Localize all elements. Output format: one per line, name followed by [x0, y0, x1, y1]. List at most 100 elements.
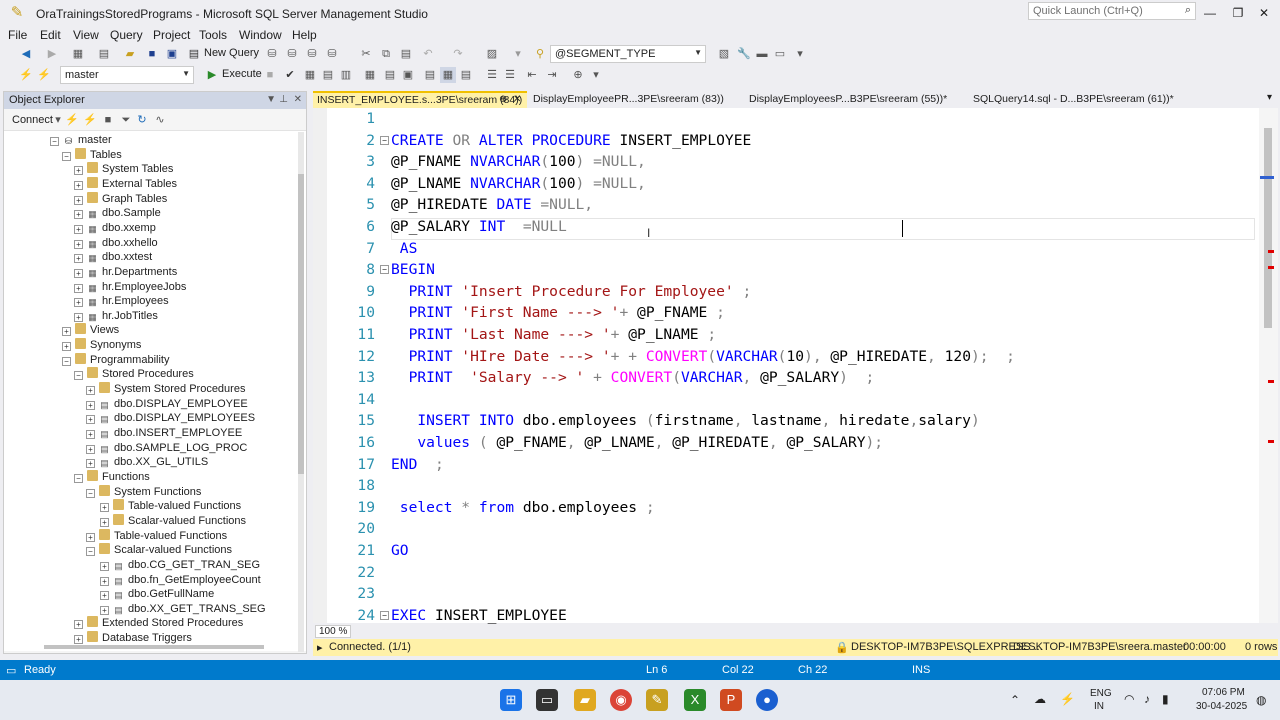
tree-node[interactable]: + ▤ dbo.DISPLAY_EMPLOYEE — [86, 397, 248, 412]
expand-icon[interactable]: + — [74, 166, 83, 176]
menu-help[interactable]: Help — [292, 28, 317, 42]
tab-display-employees-p[interactable]: DisplayEmployeesP...B3PE\sreeram (55))* — [745, 91, 965, 108]
increase-indent-icon[interactable]: ⇥ — [544, 67, 560, 83]
collapse-region-icon[interactable]: − — [380, 610, 389, 620]
powerpoint-icon[interactable]: P — [720, 689, 742, 711]
copy-icon[interactable]: ⧉ — [378, 46, 394, 62]
panel-menu-icon[interactable]: ▼ — [266, 94, 276, 105]
language-region[interactable]: IN — [1094, 701, 1104, 712]
tree-node[interactable]: + Synonyms — [62, 338, 141, 353]
expand-icon[interactable]: + — [74, 195, 83, 205]
results-text-icon[interactable]: ▤ — [422, 67, 438, 83]
start-menu-icon[interactable]: ⊞ — [500, 689, 522, 711]
include-plan-icon[interactable]: ▦ — [362, 67, 378, 83]
tree-node[interactable]: + ▦ hr.Departments — [74, 265, 177, 280]
menu-view[interactable]: View — [73, 28, 99, 42]
collapse-icon[interactable]: − — [86, 547, 95, 557]
find-icon[interactable]: ⚲ — [532, 46, 548, 62]
stop-icon[interactable]: ■ — [100, 112, 116, 128]
pin-icon[interactable]: ⊥ — [279, 94, 288, 105]
more-options-icon[interactable]: ▾ — [588, 67, 604, 83]
expand-icon[interactable]: + — [74, 180, 83, 190]
tree-node[interactable]: + ▤ dbo.XX_GL_UTILS — [86, 455, 208, 470]
expand-icon[interactable]: + — [86, 459, 95, 469]
scrollbar-thumb[interactable] — [298, 174, 304, 474]
notifications-icon[interactable]: ◍ — [1256, 693, 1266, 707]
expand-icon[interactable]: + — [100, 605, 109, 615]
xmla-query-icon[interactable]: ⛁ — [324, 46, 340, 62]
expand-icon[interactable]: + — [74, 298, 83, 308]
parse-icon[interactable]: ✔ — [282, 67, 298, 83]
query-designer-icon[interactable]: ▤ — [320, 67, 336, 83]
tree-node[interactable]: + ▤ dbo.fn_GetEmployeeCount — [100, 573, 261, 588]
tree-node[interactable]: + ▦ dbo.xxtest — [74, 250, 152, 265]
sql-editor[interactable]: 1 2− CREATE OR ALTER PROCEDURE INSERT_EMPL… — [313, 108, 1278, 624]
collapse-icon[interactable]: − — [62, 151, 71, 161]
add-item-icon[interactable]: ▤ — [96, 46, 112, 62]
cloud-icon[interactable]: ☁ — [1034, 692, 1046, 706]
solution-explorer-icon[interactable]: ▧ — [716, 46, 732, 62]
client-stats-icon[interactable]: ▣ — [400, 67, 416, 83]
expand-icon[interactable]: + — [74, 620, 83, 630]
menu-file[interactable]: File — [8, 28, 27, 42]
undo-icon[interactable]: ↶ — [420, 46, 436, 62]
collapse-icon[interactable]: − — [74, 473, 83, 483]
toolbox-icon[interactable]: ▬ — [754, 46, 770, 62]
ssms-taskbar-icon[interactable]: ✎ — [646, 689, 668, 711]
specify-values-icon[interactable]: ⊕ — [570, 67, 586, 83]
close-panel-icon[interactable]: ✕ — [294, 94, 302, 105]
collapse-icon[interactable]: − — [50, 137, 59, 146]
tree-node[interactable]: − Programmability — [62, 352, 169, 368]
expand-icon[interactable]: + — [86, 444, 95, 454]
expand-icon[interactable]: + — [100, 503, 109, 513]
tree-node[interactable]: + External Tables — [74, 176, 177, 192]
tree-node[interactable]: + ▦ hr.EmployeeJobs — [74, 280, 186, 295]
tree-node[interactable]: + Database Triggers — [74, 631, 192, 646]
expand-icon[interactable]: + — [100, 591, 109, 601]
tree-node[interactable]: + Table-valued Functions — [86, 528, 227, 544]
activity-icon[interactable]: ∿ — [152, 112, 168, 128]
object-explorer-icon[interactable]: ▭ — [772, 46, 788, 62]
chevron-up-icon[interactable]: ⌃ — [1010, 693, 1020, 707]
expand-icon[interactable]: + — [62, 327, 71, 337]
language-code[interactable]: ENG — [1090, 688, 1112, 699]
tree-node[interactable]: + ▤ dbo.XX_GET_TRANS_SEG — [100, 602, 266, 617]
cancel-query-icon[interactable]: ■ — [262, 67, 278, 83]
tab-overflow-icon[interactable]: ▾ — [1267, 92, 1272, 103]
expand-icon[interactable]: + — [86, 386, 95, 396]
save-icon[interactable]: ■ — [144, 46, 160, 62]
tree-node[interactable]: + ▤ dbo.SAMPLE_LOG_PROC — [86, 441, 247, 456]
cut-icon[interactable]: ✂ — [358, 46, 374, 62]
expand-icon[interactable]: + — [86, 400, 95, 410]
change-connection-icon[interactable]: ⚡ — [36, 67, 52, 83]
tree-node[interactable]: + ▦ dbo.xxhello — [74, 236, 158, 251]
menu-tools[interactable]: Tools — [199, 28, 227, 42]
tree-node[interactable]: + ▦ dbo.Sample — [74, 206, 161, 221]
new-project-icon[interactable]: ▦ — [70, 46, 86, 62]
tree-node[interactable]: − Tables — [62, 147, 122, 163]
tree-node[interactable]: + Views — [62, 323, 119, 338]
parameter-combo[interactable]: @SEGMENT_TYPE ▼ — [550, 45, 706, 63]
dropdown-icon[interactable]: ▾ — [510, 46, 526, 62]
tree-node[interactable]: + ▦ hr.JobTitles — [74, 309, 158, 324]
object-explorer-scrollbar[interactable] — [298, 132, 304, 652]
collapse-icon[interactable]: − — [62, 356, 71, 366]
new-query-icon[interactable]: ▤ — [186, 46, 202, 62]
tree-node[interactable]: + Scalar-valued Functions — [100, 513, 246, 529]
object-explorer-hscrollbar[interactable] — [44, 645, 264, 649]
intellisense-icon[interactable]: ▥ — [338, 67, 354, 83]
menu-project[interactable]: Project — [153, 28, 190, 42]
database-selector[interactable]: master ▼ — [60, 66, 194, 84]
expand-icon[interactable]: + — [86, 430, 95, 439]
connect-icon[interactable]: ⚡ — [18, 67, 34, 83]
collapse-region-icon[interactable]: − — [380, 265, 389, 275]
decrease-indent-icon[interactable]: ⇤ — [524, 67, 540, 83]
editor-scrollbar[interactable] — [1259, 108, 1278, 623]
battery-icon[interactable]: ▮ — [1162, 692, 1169, 706]
expand-icon[interactable]: + — [74, 224, 83, 234]
live-stats-icon[interactable]: ▤ — [382, 67, 398, 83]
collapse-region-icon[interactable]: − — [380, 135, 389, 145]
chrome-icon[interactable]: ◉ — [610, 689, 632, 711]
expand-icon[interactable]: + — [86, 415, 95, 425]
disconnect-icon[interactable]: ⚡ — [82, 112, 98, 128]
